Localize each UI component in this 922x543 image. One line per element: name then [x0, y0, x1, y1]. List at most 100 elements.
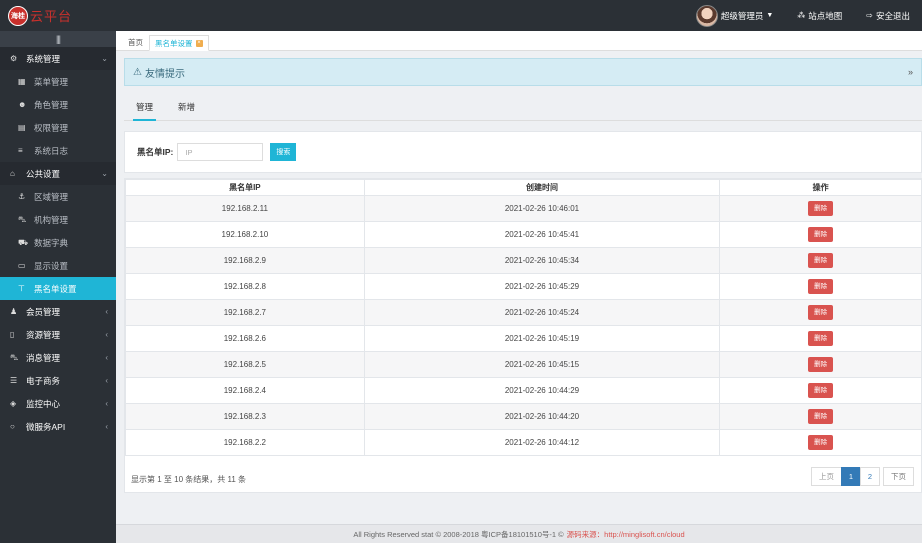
delete-button[interactable]: 删除: [808, 435, 834, 450]
tab-label: 黑名单设置: [155, 38, 193, 48]
logo[interactable]: 海桂 云平台: [0, 0, 116, 31]
actions-cell: 删除: [719, 377, 922, 404]
delete-button[interactable]: 删除: [808, 383, 834, 398]
delete-button[interactable]: 删除: [808, 357, 834, 372]
sidebar-item-label: 角色管理: [34, 99, 69, 110]
logo-text: 云平台: [30, 9, 73, 24]
sidebar-group-label: 资源管理: [26, 329, 61, 340]
sidebar-group-monitor[interactable]: ◈ 监控中心 ‹: [0, 392, 116, 415]
column-header-created[interactable]: 创建时间: [363, 179, 721, 196]
sidebar-group-microservice[interactable]: ○ 微服务API ‹: [0, 415, 116, 438]
sidebar-item-dictionary[interactable]: ⛟ 数据字典: [0, 231, 116, 254]
ip-cell: 192.168.2.8: [125, 273, 365, 300]
search-button[interactable]: 搜索: [270, 143, 297, 161]
sidebar-group-members[interactable]: ♟ 会员管理 ‹: [0, 300, 116, 323]
delete-button[interactable]: 删除: [808, 279, 834, 294]
actions-cell: 删除: [719, 195, 922, 222]
page-tabs: 首页 黑名单设置 ×: [116, 31, 922, 51]
user-menu[interactable]: 超级管理员 ▼: [684, 0, 785, 31]
delete-button[interactable]: 删除: [808, 201, 834, 216]
sidebar-group-system[interactable]: ⚙ 系统管理 ⌄: [0, 47, 116, 70]
ip-cell: 192.168.2.7: [125, 299, 365, 326]
ip-cell: 192.168.2.4: [125, 377, 365, 404]
sidebar-item-logs[interactable]: ≡ 系统日志: [0, 139, 116, 162]
logout-link[interactable]: ⇨ 安全退出: [854, 0, 922, 31]
sidebar-item-menu[interactable]: ▦ 菜单管理: [0, 70, 116, 93]
tab-home[interactable]: 首页: [122, 34, 149, 50]
time-cell: 2021-02-26 10:45:41: [363, 221, 721, 248]
sidebar-group-resources[interactable]: ▯ 资源管理 ‹: [0, 323, 116, 346]
sitemap-link[interactable]: ⁂ 站点地图: [785, 0, 854, 31]
table-row: 192.168.2.9 2021-02-26 10:45:34 删除: [125, 247, 922, 274]
sidebar-item-label: 区域管理: [34, 191, 69, 202]
chevron-left-icon: ‹: [105, 376, 108, 385]
time-cell: 2021-02-26 10:44:29: [363, 377, 721, 404]
sidebar-group-public[interactable]: ⌂ 公共设置 ⌄: [0, 162, 116, 185]
column-header-ip[interactable]: 黑名单IP: [125, 179, 365, 196]
logout-label: 安全退出: [875, 10, 910, 21]
next-page-button[interactable]: 下页: [883, 467, 914, 486]
table-row: 192.168.2.3 2021-02-26 10:44:20 删除: [125, 403, 922, 430]
thumb-tack-icon: ⊤: [18, 284, 25, 293]
tips-panel[interactable]: ⚠ 友情提示 »: [124, 58, 922, 86]
sidebar-item-blacklist[interactable]: ⊤ 黑名单设置: [0, 277, 116, 300]
page-button-1[interactable]: 1: [841, 467, 861, 486]
pagination: 上页 1 2 下页: [811, 467, 914, 486]
anchor-icon: ⚓: [18, 192, 26, 201]
delete-button[interactable]: 删除: [808, 331, 834, 346]
bank-icon: ⌂: [10, 169, 15, 178]
delete-button[interactable]: 删除: [808, 253, 834, 268]
user-icon: ♟: [10, 307, 18, 316]
time-cell: 2021-02-26 10:45:24: [363, 299, 721, 326]
sidebar-item-org[interactable]: ⛍ 机构管理: [0, 208, 116, 231]
logo-badge: 海桂: [8, 5, 28, 26]
pagination-summary: 显示第 1 至 10 条结果，共 11 条: [131, 475, 246, 484]
tab-add[interactable]: 新增: [166, 101, 207, 120]
sidebar-toggle[interactable]: |||: [0, 31, 116, 47]
ip-cell: 192.168.2.11: [125, 195, 365, 222]
double-chevron-down-icon[interactable]: »: [908, 67, 913, 77]
chevron-left-icon: ‹: [105, 399, 108, 408]
table-row: 192.168.2.11 2021-02-26 10:46:01 删除: [125, 195, 922, 222]
actions-cell: 删除: [719, 221, 922, 248]
sidebar-group-label: 系统管理: [26, 53, 61, 64]
sidebar-group-messages[interactable]: ⛍ 消息管理 ‹: [0, 346, 116, 369]
sidebar-group-label: 消息管理: [26, 352, 61, 363]
delete-button[interactable]: 删除: [808, 227, 834, 242]
tab-blacklist[interactable]: 黑名单设置 ×: [149, 35, 209, 51]
sidebar-item-permissions[interactable]: ▤ 权限管理: [0, 116, 116, 139]
sidebar-group-ecommerce[interactable]: ☰ 电子商务 ‹: [0, 369, 116, 392]
sidebar-item-label: 黑名单设置: [34, 283, 77, 294]
credit-card-icon: ▭: [18, 261, 26, 270]
blacklist-table: 黑名单IP 创建时间 操作 192.168.2.11 2021-02-26 10…: [124, 178, 922, 493]
table-row: 192.168.2.6 2021-02-26 10:45:19 删除: [125, 325, 922, 352]
sidebar-item-roles[interactable]: ☻ 角色管理: [0, 93, 116, 116]
content-tabs: 管理 新增: [124, 93, 922, 121]
delete-button[interactable]: 删除: [808, 409, 834, 424]
page-button-2[interactable]: 2: [860, 467, 880, 486]
circle-o-icon: ○: [10, 422, 15, 431]
column-header-actions: 操作: [719, 179, 922, 196]
tips-title: 友情提示: [144, 68, 185, 80]
gears-icon: ⚙: [10, 54, 18, 63]
ip-cell: 192.168.2.6: [125, 325, 365, 352]
table-row: 192.168.2.4 2021-02-26 10:44:29 删除: [125, 377, 922, 404]
ip-search-input[interactable]: [177, 143, 264, 161]
prev-page-button[interactable]: 上页: [811, 467, 842, 486]
delete-button[interactable]: 删除: [808, 305, 834, 320]
source-link[interactable]: 源码来源：http://minglisoft.cn/cloud: [567, 529, 685, 540]
search-form: 黑名单IP: 搜索: [124, 131, 922, 173]
time-cell: 2021-02-26 10:45:29: [363, 273, 721, 300]
avatar: [695, 4, 718, 27]
sidebar-item-label: 显示设置: [34, 260, 69, 271]
close-icon[interactable]: ×: [195, 39, 203, 47]
sidebar-item-display[interactable]: ▭ 显示设置: [0, 254, 116, 277]
file-icon: ▯: [10, 330, 15, 339]
chevron-down-icon: ⌄: [101, 169, 108, 178]
tab-manage[interactable]: 管理: [133, 101, 157, 121]
time-cell: 2021-02-26 10:45:15: [363, 351, 721, 378]
chevron-down-icon: ⌄: [101, 54, 108, 63]
sidebar-item-region[interactable]: ⚓ 区域管理: [0, 185, 116, 208]
sliders-icon: ☰: [10, 376, 18, 385]
main-content: 首页 黑名单设置 × ⚠ 友情提示 » 管理 新增 黑名单IP: 搜索 黑名单I…: [116, 31, 922, 543]
